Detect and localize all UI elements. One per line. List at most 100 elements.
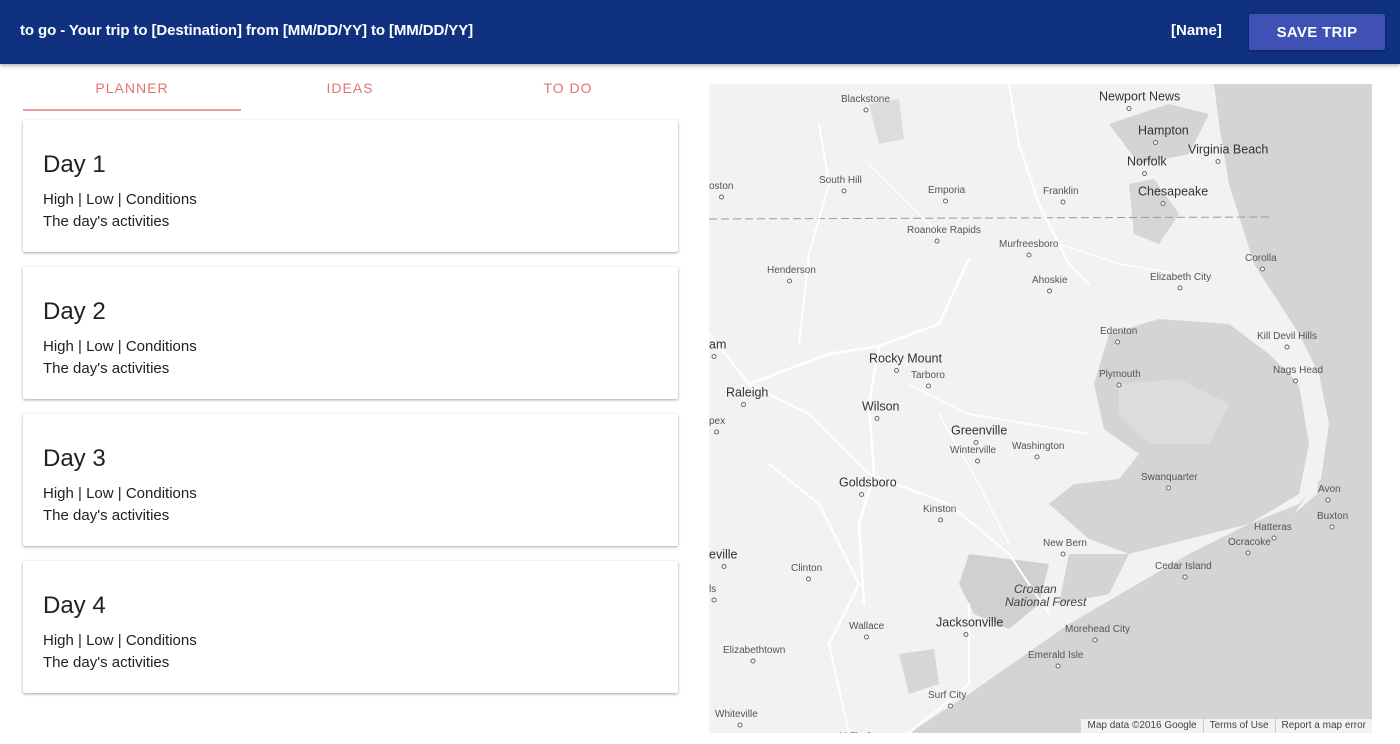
map-city-label: Nags Head	[1273, 365, 1323, 376]
city-marker	[714, 429, 719, 435]
tab-bar: PLANNER IDEAS TO DO	[23, 64, 677, 112]
city-marker	[1245, 550, 1251, 556]
city-marker	[711, 597, 717, 603]
city-marker	[1116, 382, 1122, 388]
city-marker	[948, 703, 953, 709]
map-city-label: Kill Devil Hills	[1257, 331, 1317, 342]
map-city-label: Swanquarter	[1141, 472, 1198, 483]
map-city-label: Newport News	[1099, 90, 1180, 104]
city-marker	[938, 517, 943, 523]
map-city-label: Croatan	[1014, 582, 1057, 596]
map-city-label: Plymouth	[1099, 369, 1141, 380]
report-map-error-link[interactable]: Report a map error	[1274, 719, 1372, 733]
terms-of-use-link[interactable]: Terms of Use	[1202, 719, 1275, 733]
city-marker	[1182, 574, 1188, 580]
day-activities: The day's activities	[43, 360, 170, 377]
city-marker	[973, 440, 979, 445]
map-city-label: Wilson	[862, 400, 900, 414]
map-city-label: Goldsboro	[839, 476, 897, 490]
map[interactable]: Blackstone Newport News Hampton Virginia Be…	[709, 84, 1372, 733]
map-city-label: Elizabethtown	[723, 645, 785, 656]
city-marker	[926, 383, 931, 389]
map-city-label: Emporia	[928, 185, 966, 196]
save-trip-button[interactable]: SAVE TRIP	[1249, 14, 1385, 50]
day-card[interactable]: Day 4 High | Low | Conditions The day's …	[23, 561, 678, 693]
city-marker	[1160, 201, 1166, 206]
map-city-label: Hampton	[1138, 124, 1189, 138]
city-marker	[1293, 378, 1298, 384]
day-weather: High | Low | Conditions	[43, 191, 197, 208]
city-marker	[975, 458, 980, 464]
day-title: Day 4	[43, 592, 106, 619]
tab-to-do[interactable]: TO DO	[459, 64, 677, 112]
map-city-label: Emerald Isle	[1028, 650, 1084, 661]
city-marker	[1153, 140, 1158, 145]
city-marker	[864, 634, 869, 640]
city-marker	[943, 198, 948, 204]
forest-area	[899, 649, 939, 694]
map-data-attribution: Map data ©2016 Google	[1087, 720, 1197, 731]
map-city-label: Virginia Beach	[1188, 143, 1268, 157]
city-marker	[894, 368, 899, 373]
city-marker	[721, 564, 727, 569]
day-card[interactable]: Day 2 High | Low | Conditions The day's …	[23, 267, 678, 399]
city-marker	[1055, 663, 1061, 669]
city-marker	[874, 416, 880, 421]
day-activities: The day's activities	[43, 213, 170, 230]
map-city-label: Buxton	[1317, 511, 1348, 522]
city-marker	[787, 278, 792, 284]
map-city-label: Rocky Mount	[869, 352, 942, 366]
active-tab-indicator	[23, 109, 241, 111]
city-marker	[1260, 266, 1265, 272]
map-city-label: Wallace	[849, 621, 885, 632]
city-marker	[1060, 551, 1066, 557]
map-city-label: Wilmington	[840, 731, 902, 734]
city-marker	[963, 632, 969, 637]
tab-ideas[interactable]: IDEAS	[241, 64, 459, 112]
map-footer: Map data ©2016 Google Terms of Use Repor…	[1081, 719, 1372, 733]
map-city-label: oston	[709, 181, 733, 192]
city-marker	[1284, 344, 1290, 350]
map-city-label: Winterville	[950, 445, 997, 456]
city-marker	[859, 492, 864, 497]
map-city-label: Surf City	[928, 690, 966, 701]
map-city-label: eville	[709, 548, 738, 562]
day-card[interactable]: Day 3 High | Low | Conditions The day's …	[23, 414, 678, 546]
user-name[interactable]: [Name]	[1171, 22, 1222, 39]
city-marker	[1215, 159, 1221, 164]
map-city-label: Roanoke Rapids	[907, 225, 981, 236]
map-city-label: Hatteras	[1254, 522, 1292, 533]
map-city-label: South Hill	[819, 175, 862, 186]
city-marker	[1177, 285, 1183, 291]
map-city-label: Avon	[1318, 484, 1341, 495]
city-marker	[1115, 339, 1120, 345]
map-city-label: Tarboro	[911, 370, 945, 381]
map-city-label: Blackstone	[841, 94, 890, 105]
map-city-label: Corolla	[1245, 253, 1277, 264]
map-city-label: Ahoskie	[1032, 275, 1068, 286]
city-marker	[806, 576, 811, 582]
map-canvas: Blackstone Newport News Hampton Virginia Be…	[709, 84, 1372, 733]
map-city-label: Raleigh	[726, 386, 768, 400]
map-city-label: pex	[709, 416, 725, 427]
tab-planner[interactable]: PLANNER	[23, 64, 241, 112]
map-city-label: Chesapeake	[1138, 185, 1208, 199]
day-weather: High | Low | Conditions	[43, 485, 197, 502]
day-card[interactable]: Day 1 High | Low | Conditions The day's …	[23, 120, 678, 252]
state-border	[709, 216, 1270, 220]
city-marker	[1271, 535, 1277, 541]
day-title: Day 3	[43, 445, 106, 472]
day-weather: High | Low | Conditions	[43, 632, 197, 649]
map-city-label: Kinston	[923, 504, 956, 515]
city-marker	[1329, 524, 1335, 530]
city-marker	[711, 354, 717, 359]
city-marker	[1060, 199, 1066, 205]
map-city-label: Franklin	[1043, 186, 1079, 197]
city-marker	[719, 194, 724, 200]
map-city-label: am	[709, 338, 726, 352]
city-marker	[1325, 497, 1331, 503]
city-marker	[1166, 485, 1171, 491]
map-city-label: Washington	[1012, 441, 1064, 452]
map-city-label: Whiteville	[715, 709, 758, 720]
map-city-label: New Bern	[1043, 538, 1087, 549]
